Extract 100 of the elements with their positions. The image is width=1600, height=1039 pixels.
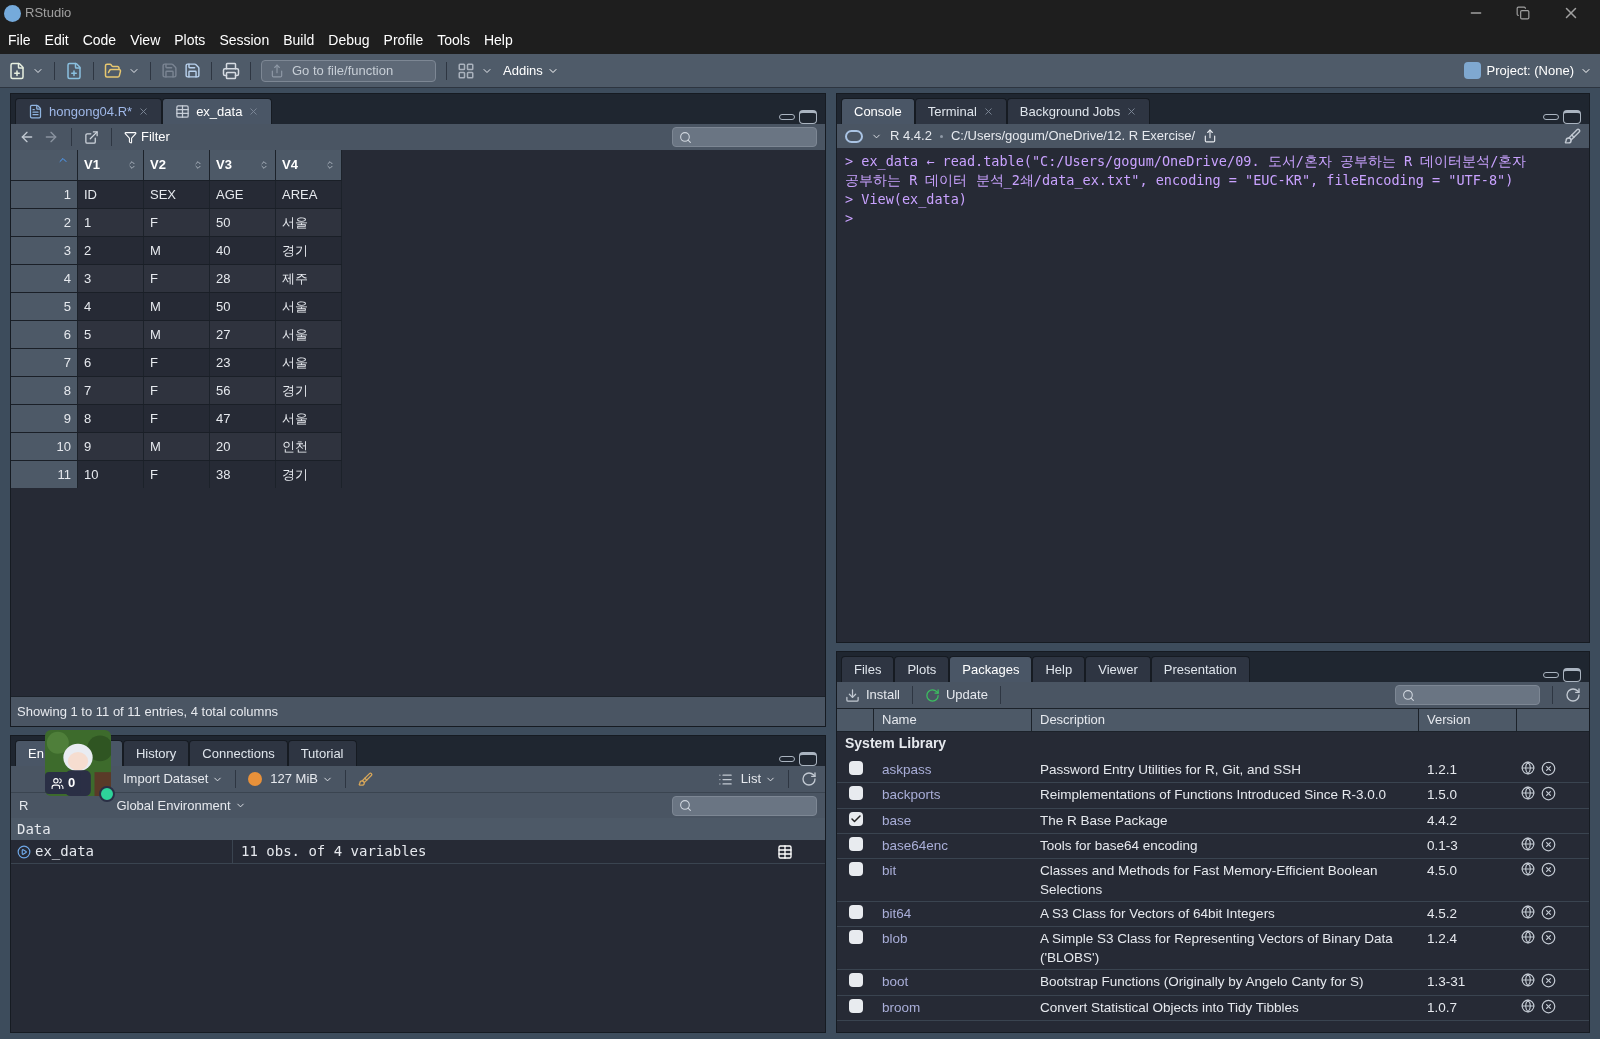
globe-icon[interactable] <box>1521 761 1535 775</box>
checkbox[interactable] <box>848 930 863 945</box>
pane-tab[interactable]: hongong04.R* <box>15 98 163 124</box>
column-header[interactable]: V4 <box>276 150 342 180</box>
globe-icon[interactable] <box>1521 786 1535 801</box>
package-name-link[interactable]: base <box>874 810 1032 831</box>
menu-item[interactable]: View <box>130 29 161 51</box>
remove-icon[interactable] <box>1541 973 1556 989</box>
pane-tab[interactable]: Background Jobs <box>1006 98 1151 124</box>
pane-tab[interactable]: ex_data <box>162 98 273 124</box>
package-name-link[interactable]: base64enc <box>874 835 1032 856</box>
go-to-file-field[interactable]: Go to file/function <box>261 59 436 82</box>
checkbox[interactable] <box>848 811 863 826</box>
pane-tab[interactable]: History <box>122 740 190 766</box>
package-name-link[interactable]: askpass <box>874 760 1032 781</box>
language-menu[interactable]: R <box>19 795 29 816</box>
refresh-icon[interactable] <box>1565 687 1581 703</box>
import-dataset-menu[interactable]: Import Dataset <box>123 769 224 789</box>
globe-icon[interactable] <box>1521 930 1535 945</box>
menu-item[interactable]: Profile <box>383 29 424 51</box>
remove-icon[interactable] <box>1541 836 1556 852</box>
new-file-icon[interactable] <box>8 61 26 80</box>
search-field[interactable] <box>672 795 817 816</box>
package-name-link[interactable]: bit <box>874 861 1032 899</box>
menu-item[interactable]: Code <box>82 29 117 51</box>
globe-icon[interactable] <box>1521 836 1535 851</box>
menu-item[interactable]: Debug <box>328 29 370 51</box>
table-view-icon[interactable] <box>777 843 793 860</box>
popout-icon[interactable] <box>84 129 99 145</box>
save-all-icon[interactable] <box>184 62 201 79</box>
remove-icon[interactable] <box>1541 786 1556 802</box>
menu-item[interactable]: Help <box>483 29 513 51</box>
menu-item[interactable]: Plots <box>174 29 206 51</box>
pane-tab[interactable]: Viewer <box>1085 656 1151 682</box>
pane-tab[interactable]: Connections <box>189 740 288 766</box>
menu-item[interactable]: Edit <box>44 29 69 51</box>
column-header[interactable]: V1 <box>78 150 144 180</box>
column-header[interactable]: Description <box>1032 709 1419 731</box>
minimize-pane-icon[interactable] <box>1543 114 1559 120</box>
remove-icon[interactable] <box>1541 930 1556 946</box>
broom-icon[interactable] <box>357 771 373 787</box>
checkbox[interactable] <box>848 786 863 801</box>
go-to-directory-icon[interactable] <box>1203 129 1218 143</box>
close-icon[interactable] <box>982 106 994 117</box>
menu-item[interactable]: Session <box>219 29 270 51</box>
globe-icon[interactable] <box>1521 973 1535 988</box>
filter-button[interactable]: Filter <box>124 127 170 147</box>
remove-icon[interactable] <box>1541 998 1556 1014</box>
package-name-link[interactable]: backports <box>874 785 1032 806</box>
minimize-pane-icon[interactable] <box>779 756 795 762</box>
column-header[interactable]: Name <box>874 709 1032 731</box>
search-field[interactable] <box>1395 685 1540 705</box>
close-icon[interactable] <box>1126 106 1138 117</box>
expand-icon[interactable] <box>17 844 31 859</box>
pane-tab[interactable]: Console <box>841 98 915 124</box>
environment-scope-menu[interactable]: Global Environment <box>116 795 246 816</box>
checkbox[interactable] <box>848 862 863 876</box>
globe-icon[interactable] <box>1521 862 1535 876</box>
checkbox[interactable] <box>848 998 863 1013</box>
project-menu[interactable]: Project: (None) <box>1463 60 1592 81</box>
package-name-link[interactable]: broom <box>874 997 1032 1018</box>
back-icon[interactable] <box>19 129 35 145</box>
view-mode-menu[interactable]: List <box>740 769 776 789</box>
pane-tab[interactable]: Plots <box>894 656 950 682</box>
memory-usage-menu[interactable]: 127 MiB <box>270 769 333 789</box>
menu-item[interactable]: File <box>8 29 31 51</box>
checkbox[interactable] <box>848 761 863 775</box>
restore-icon[interactable] <box>1516 6 1530 20</box>
layout-grid-icon[interactable] <box>457 61 475 80</box>
globe-icon[interactable] <box>1521 905 1535 919</box>
package-name-link[interactable]: bit64 <box>874 904 1032 925</box>
checkbox[interactable] <box>848 836 863 851</box>
minimize-pane-icon[interactable] <box>779 114 795 120</box>
pane-tab[interactable]: Terminal <box>914 98 1007 124</box>
pane-tab[interactable]: Packages <box>949 656 1033 682</box>
clear-console-icon[interactable] <box>1564 127 1581 145</box>
folder-icon[interactable] <box>104 61 122 80</box>
checkbox[interactable] <box>848 905 863 919</box>
search-field[interactable] <box>672 127 817 147</box>
update-button[interactable]: Update <box>924 685 988 705</box>
remove-icon[interactable] <box>1541 761 1556 776</box>
avatar-widget-popup[interactable]: 0 <box>45 730 115 802</box>
checkbox[interactable] <box>848 973 863 988</box>
column-header[interactable]: Version <box>1419 709 1517 731</box>
pane-tab[interactable]: Help <box>1032 656 1086 682</box>
remove-icon[interactable] <box>1541 905 1556 920</box>
package-name-link[interactable]: boot <box>874 972 1032 993</box>
remove-icon[interactable] <box>1541 862 1556 877</box>
package-name-link[interactable]: blob <box>874 929 1032 968</box>
print-icon[interactable] <box>222 61 240 80</box>
column-header[interactable]: V3 <box>210 150 276 180</box>
menu-item[interactable]: Tools <box>437 29 470 51</box>
menu-item[interactable]: Build <box>283 29 315 51</box>
globe-icon[interactable] <box>1521 998 1535 1013</box>
pane-tab[interactable]: Tutorial <box>287 740 357 766</box>
install-button[interactable]: Install <box>845 685 900 705</box>
close-icon[interactable] <box>138 106 150 117</box>
addins-menu[interactable]: Addins <box>503 60 559 81</box>
pane-tab[interactable]: Presentation <box>1150 656 1250 682</box>
column-header[interactable]: V2 <box>144 150 210 180</box>
